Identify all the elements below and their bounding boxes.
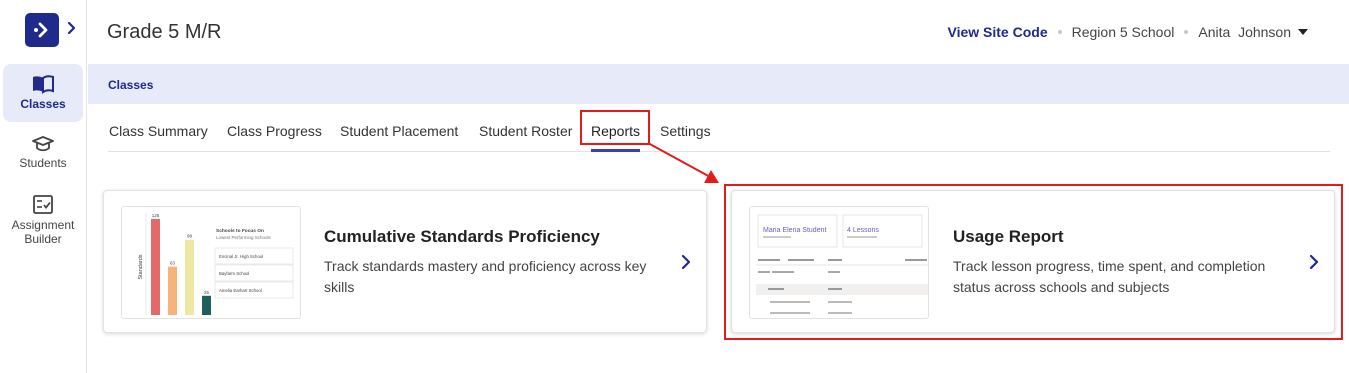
user-menu[interactable]: Anita Johnson bbox=[1198, 24, 1291, 40]
mini-chart-bar bbox=[202, 295, 211, 315]
user-first-name: Anita bbox=[1198, 24, 1231, 40]
mini-chart-bar bbox=[185, 239, 194, 315]
mini-chart-bar-label: 98 bbox=[187, 234, 193, 239]
school-row: Encinal Jr. High School bbox=[219, 254, 263, 259]
checklist-icon bbox=[33, 195, 53, 214]
report-card-cumulative-standards[interactable]: Standards 125 63 98 25 Schools to Focus On … bbox=[103, 190, 707, 333]
card-description-line: Track standards mastery and proficiency … bbox=[324, 258, 647, 274]
card-title: Cumulative Standards Proficiency bbox=[324, 227, 600, 246]
separator-dot bbox=[1184, 30, 1189, 34]
mini-chart-bar-label: 125 bbox=[152, 213, 160, 218]
breadcrumb[interactable]: Classes bbox=[108, 78, 153, 92]
sidebar-item-label: Students bbox=[19, 156, 67, 170]
sidebar-item-label: Classes bbox=[20, 97, 66, 111]
tab-class-summary[interactable]: Class Summary bbox=[109, 123, 208, 139]
breadcrumb-bar: Classes bbox=[88, 64, 1349, 104]
chart-axis-label: Standards bbox=[138, 254, 144, 279]
mini-chart-bar bbox=[168, 266, 177, 315]
app-logo[interactable] bbox=[25, 13, 59, 47]
view-site-code-link[interactable]: View Site Code bbox=[948, 24, 1048, 40]
school-row: Bayfarm School bbox=[219, 271, 249, 276]
mini-bar-chart: Standards 125639825 Schools to Focus On … bbox=[138, 213, 294, 315]
sidebar-item-classes[interactable]: Classes bbox=[3, 64, 83, 122]
card-description-line: skills bbox=[324, 279, 355, 295]
sidebar-item-assignment-builder[interactable]: Assignment Builder bbox=[3, 195, 83, 249]
tab-student-placement[interactable]: Student Placement bbox=[340, 123, 458, 139]
top-header: Grade 5 M/R View Site Code Region 5 Scho… bbox=[88, 0, 1349, 64]
school-name: Region 5 School bbox=[1071, 24, 1175, 40]
mini-chart-bar-label: 63 bbox=[170, 261, 176, 266]
graduation-cap-icon bbox=[32, 136, 54, 152]
caret-down-icon[interactable] bbox=[1297, 28, 1309, 36]
tab-settings[interactable]: Settings bbox=[660, 123, 711, 139]
thumb-subheading: Lowest Performing Schools bbox=[216, 235, 272, 240]
highlight-box-usage-report bbox=[724, 184, 1343, 340]
school-row: Amelia Earhart School bbox=[219, 288, 262, 293]
user-last-name: Johnson bbox=[1238, 24, 1291, 40]
logo-arrow-icon bbox=[34, 22, 48, 38]
chevron-right-icon[interactable] bbox=[680, 253, 692, 271]
expand-sidebar-icon[interactable] bbox=[66, 21, 78, 35]
book-icon bbox=[33, 75, 54, 94]
user-bar: View Site Code Region 5 School Anita Joh… bbox=[948, 24, 1310, 40]
sidebar: Classes Students Assignment Builder bbox=[0, 0, 87, 373]
card-description: Track standards mastery and proficiency … bbox=[324, 256, 646, 298]
mini-chart-bar-label: 25 bbox=[204, 290, 210, 295]
tab-class-progress[interactable]: Class Progress bbox=[227, 123, 322, 139]
annotation-arrow bbox=[647, 142, 719, 183]
sidebar-item-label: Assignment Builder bbox=[11, 218, 75, 246]
thumb-heading: Schools to Focus On bbox=[216, 228, 264, 234]
mini-chart-bar bbox=[151, 219, 160, 315]
page-title: Grade 5 M/R bbox=[107, 21, 222, 43]
separator-dot bbox=[1057, 30, 1062, 34]
tab-student-roster[interactable]: Student Roster bbox=[479, 123, 572, 139]
sidebar-item-students[interactable]: Students bbox=[3, 135, 83, 175]
standards-chart-thumbnail: Standards 125 63 98 25 Schools to Focus On … bbox=[121, 206, 301, 319]
active-tab-indicator bbox=[591, 149, 640, 152]
